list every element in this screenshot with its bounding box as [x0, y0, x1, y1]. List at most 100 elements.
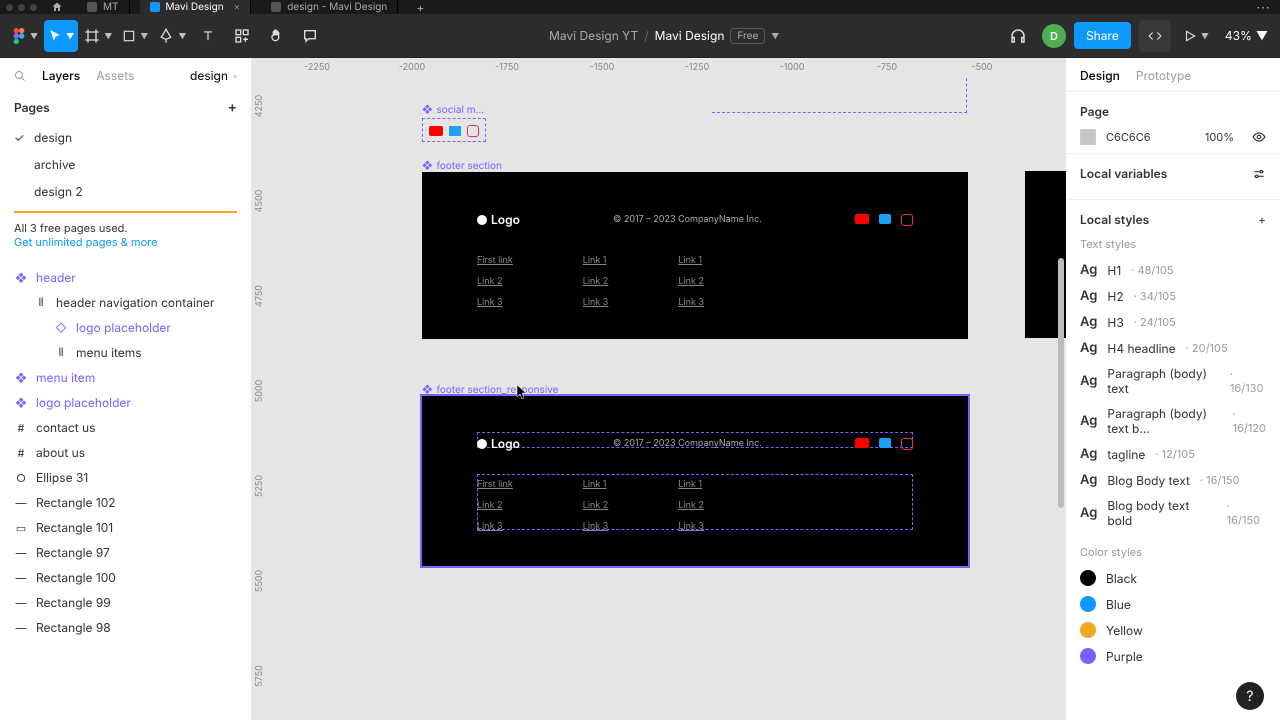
social-media-component[interactable]	[422, 118, 486, 142]
layer-item[interactable]: ○Ellipse 31	[0, 465, 251, 490]
opacity-value[interactable]: 100%	[1205, 130, 1234, 144]
color-swatch[interactable]	[1080, 129, 1096, 145]
share-button[interactable]: Share	[1074, 22, 1131, 49]
chevron-down-icon[interactable]: ▼	[771, 31, 779, 41]
page-background-color[interactable]: C6C6C6 100%	[1080, 129, 1266, 145]
variables-settings-icon[interactable]	[1252, 167, 1266, 181]
help-button[interactable]: ?	[1236, 682, 1264, 710]
tab-mt[interactable]: MT	[77, 0, 130, 14]
new-tab-button[interactable]: +	[408, 0, 432, 15]
layer-item[interactable]: #contact us	[0, 415, 251, 440]
tab-layers[interactable]: Layers	[42, 68, 80, 83]
footer-section-frame[interactable]: Logo © 2017 – 2023 CompanyName Inc. Firs…	[422, 172, 968, 339]
tab-mavi-design[interactable]: Mavi Design×	[140, 0, 252, 14]
page-select[interactable]: design ˄	[190, 68, 237, 83]
pen-tool[interactable]: ▼	[154, 20, 190, 52]
audio-button[interactable]	[1002, 20, 1034, 52]
logo: Logo	[477, 212, 520, 227]
cursor-icon	[48, 29, 62, 43]
footer-link[interactable]: Link 2	[678, 500, 704, 511]
text-style-item[interactable]: AgH2 · 34/105	[1080, 283, 1266, 309]
text-style-item[interactable]: AgH4 headline · 20/105	[1080, 335, 1266, 361]
color-style-item[interactable]: Yellow	[1080, 617, 1266, 643]
text-style-item[interactable]: AgH3 · 24/105	[1080, 309, 1266, 335]
footer-link[interactable]: Link 3	[583, 297, 609, 308]
text-style-item[interactable]: Agtagline · 12/105	[1080, 441, 1266, 467]
search-icon[interactable]	[14, 70, 26, 82]
tab-prototype[interactable]: Prototype	[1136, 68, 1191, 83]
layer-item[interactable]: #about us	[0, 440, 251, 465]
frame-label-footer-responsive[interactable]: ❖ footer section_responsive	[422, 384, 559, 396]
canvas[interactable]: -2250-2000-1750-1500-1250-1000-750-500 4…	[252, 58, 1066, 720]
comment-tool[interactable]	[294, 20, 326, 52]
add-style-button[interactable]: +	[1258, 212, 1266, 227]
footer-link[interactable]: Link 3	[477, 521, 513, 532]
footer-link[interactable]: Link 2	[477, 500, 513, 511]
footer-link[interactable]: Link 1	[678, 479, 704, 490]
layer-item[interactable]: ❖logo placeholder	[0, 390, 251, 415]
hand-tool[interactable]	[260, 20, 292, 52]
tab-assets[interactable]: Assets	[96, 68, 134, 83]
footer-link[interactable]: Link 1	[678, 255, 704, 266]
main-menu[interactable]: ▼	[8, 20, 42, 52]
page-item-archive[interactable]: archive	[0, 151, 251, 178]
footer-link[interactable]: Link 1	[583, 255, 609, 266]
visibility-icon[interactable]	[1252, 130, 1266, 144]
present-button[interactable]: ▼	[1179, 20, 1213, 52]
footer-link[interactable]: Link 3	[477, 297, 513, 308]
footer-link[interactable]: Link 2	[477, 276, 513, 287]
footer-link[interactable]: Link 2	[583, 276, 609, 287]
layer-item[interactable]: ❖header	[0, 265, 251, 290]
text-style-item[interactable]: AgParagraph (body) text b... · 16/120	[1080, 401, 1266, 441]
add-page-button[interactable]: +	[228, 99, 237, 116]
layer-item[interactable]: —Rectangle 99	[0, 590, 251, 615]
resources-tool[interactable]	[226, 20, 258, 52]
overflow-menu[interactable]: ⋯	[1256, 0, 1274, 16]
layer-item[interactable]: ⦀header navigation container	[0, 290, 251, 315]
footer-link[interactable]: Link 1	[583, 479, 609, 490]
home-button[interactable]	[47, 0, 67, 14]
avatar[interactable]: D	[1042, 24, 1066, 48]
footer-link[interactable]: Link 3	[583, 521, 609, 532]
page-item-design[interactable]: design	[0, 124, 251, 151]
layer-item[interactable]: —Rectangle 97	[0, 540, 251, 565]
frame-label-footer[interactable]: ❖ footer section	[422, 160, 502, 172]
scrollbar[interactable]	[1058, 258, 1064, 508]
text-style-item[interactable]: AgH1 · 48/105	[1080, 257, 1266, 283]
file-name[interactable]: Mavi Design	[655, 28, 725, 43]
dev-mode-button[interactable]	[1139, 20, 1171, 52]
text-tool[interactable]	[192, 20, 224, 52]
layer-item[interactable]: ❖menu item	[0, 365, 251, 390]
page-item-design2[interactable]: design 2	[0, 178, 251, 205]
tab-design[interactable]: Design	[1080, 68, 1120, 83]
layer-item[interactable]: ▭Rectangle 101	[0, 515, 251, 540]
color-style-item[interactable]: Black	[1080, 565, 1266, 591]
layer-item[interactable]: ◇logo placeholder	[0, 315, 251, 340]
footer-link[interactable]: Link 3	[678, 297, 704, 308]
frame-label-social[interactable]: ❖ social m...	[422, 104, 484, 116]
upgrade-link[interactable]: Get unlimited pages & more	[14, 235, 158, 249]
move-tool[interactable]: ▼	[44, 20, 78, 52]
footer-link[interactable]: First link	[477, 255, 513, 266]
footer-link[interactable]: Link 3	[678, 521, 704, 532]
project-name[interactable]: Mavi Design YT	[549, 28, 638, 43]
footer-responsive-frame[interactable]: Logo © 2017 – 2023 CompanyName Inc. Firs…	[422, 396, 968, 566]
layer-item[interactable]: —Rectangle 102	[0, 490, 251, 515]
footer-link[interactable]: First link	[477, 479, 513, 490]
layer-item[interactable]: —Rectangle 98	[0, 615, 251, 640]
footer-link[interactable]: Link 2	[583, 500, 609, 511]
color-hex[interactable]: C6C6C6	[1106, 130, 1151, 144]
layer-item[interactable]: —Rectangle 100	[0, 565, 251, 590]
zoom-control[interactable]: 43% ▼	[1221, 28, 1272, 43]
tab-design-mavi[interactable]: design - Mavi Design	[261, 0, 398, 14]
footer-link[interactable]: Link 2	[678, 276, 704, 287]
close-icon[interactable]: ×	[234, 1, 241, 13]
shape-tool[interactable]: ▼	[118, 20, 152, 52]
text-style-item[interactable]: AgBlog body text bold · 16/150	[1080, 493, 1266, 533]
color-style-item[interactable]: Purple	[1080, 643, 1266, 669]
text-style-item[interactable]: AgBlog Body text · 16/150	[1080, 467, 1266, 493]
text-style-item[interactable]: AgParagraph (body) text · 16/130	[1080, 361, 1266, 401]
color-style-item[interactable]: Blue	[1080, 591, 1266, 617]
layer-item[interactable]: ⦀menu items	[0, 340, 251, 365]
frame-tool[interactable]: ▼	[80, 20, 116, 52]
